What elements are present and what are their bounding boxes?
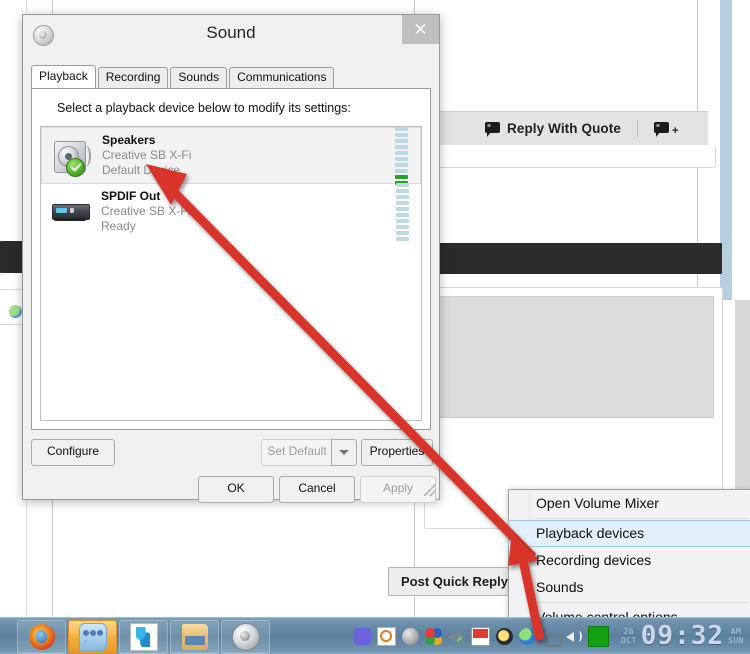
sound-dialog-window[interactable]: Sound ✕ Playback Recording Sounds Commun…: [22, 14, 440, 503]
clock-weekday: SUN: [728, 636, 744, 645]
volume-icon[interactable]: [565, 628, 582, 645]
post-quick-reply-button[interactable]: Post Quick Reply: [388, 567, 521, 596]
dialog-titlebar[interactable]: Sound ✕: [23, 15, 439, 53]
chevron-down-icon[interactable]: [331, 439, 357, 466]
firefox-icon: [28, 624, 55, 650]
red-checkbox-icon[interactable]: [470, 626, 490, 646]
set-default-button[interactable]: Set Default: [261, 439, 332, 466]
properties-button[interactable]: Properties: [361, 439, 433, 466]
speakers-icon: [52, 136, 92, 177]
menu-item-recording-devices[interactable]: Recording devices: [509, 547, 750, 574]
dialog-action-row: Configure Set Default Properties: [31, 439, 433, 467]
device-name: SPDIF Out: [101, 189, 161, 203]
tab-sounds[interactable]: Sounds: [170, 67, 228, 88]
device-text-spdif: SPDIF Out Creative SB X-Fi Ready: [101, 189, 396, 234]
dialog-title: Sound: [206, 23, 256, 42]
taskbar-item-audio-console[interactable]: [221, 620, 270, 654]
default-device-check-icon: [66, 157, 85, 177]
taskbar-item-messenger[interactable]: [68, 620, 117, 654]
device-state: Default Device: [102, 163, 181, 177]
clock-meridiem: AM: [730, 627, 742, 636]
reply-with-quote-button[interactable]: “ Reply With Quote “ +: [485, 119, 679, 137]
chat-icon[interactable]: [353, 627, 371, 645]
volume-meter-spdif: [396, 182, 409, 241]
start-button[interactable]: [0, 618, 16, 654]
earth-icon[interactable]: [518, 627, 536, 645]
globe-icon[interactable]: [401, 627, 419, 645]
menu-separator: [535, 602, 747, 603]
clock-day: 26: [623, 627, 635, 636]
bg-content-block: [430, 296, 714, 418]
playback-device-list[interactable]: Speakers Creative SB X-Fi Default Device: [40, 126, 422, 421]
configure-button[interactable]: Configure: [31, 439, 115, 466]
reply-with-quote-label: Reply With Quote: [507, 120, 621, 136]
menu-item-playback-devices[interactable]: Playback devices: [508, 520, 750, 547]
paint-icon: [129, 623, 158, 651]
device-row-speakers[interactable]: Speakers Creative SB X-Fi Default Device: [41, 127, 421, 185]
spdif-device-icon: [51, 192, 91, 232]
clock-time: 09:32: [640, 621, 725, 651]
taskbar-clock[interactable]: 26 OCT 09:32 AM SUN: [621, 623, 744, 649]
messenger-icon: [78, 623, 107, 651]
volume-tray-context-menu[interactable]: Open Volume Mixer Playback devices Recor…: [508, 489, 750, 625]
taskbar-pinned-area[interactable]: [0, 618, 271, 654]
device-text-speakers: Speakers Creative SB X-Fi Default Device: [102, 133, 395, 178]
clock-month: OCT: [620, 636, 637, 645]
plug-icon[interactable]: [447, 630, 465, 644]
system-tray[interactable]: 26 OCT 09:32 AM SUN: [353, 618, 750, 654]
dialog-footer: OK Cancel Apply: [23, 476, 439, 503]
device-row-spdif-out[interactable]: SPDIF Out Creative SB X-Fi Ready: [41, 182, 421, 241]
resize-grip-icon[interactable]: [424, 484, 436, 496]
device-driver: Creative SB X-Fi: [101, 204, 191, 218]
taskbar-item-explorer[interactable]: [170, 620, 219, 654]
device-name: Speakers: [102, 133, 156, 147]
playback-tab-page: Select a playback device below to modify…: [31, 88, 431, 430]
menu-separator: [535, 518, 747, 519]
cancel-button[interactable]: Cancel: [279, 476, 355, 503]
bg-black-bar-right: [425, 243, 722, 274]
speaker-icon: [231, 623, 260, 651]
device-driver: Creative SB X-Fi: [102, 148, 192, 162]
folder-icon: [181, 624, 208, 650]
ok-button[interactable]: OK: [198, 476, 274, 503]
bg-thumbnail-earth-icon: [9, 305, 22, 318]
bee-icon[interactable]: [495, 627, 513, 645]
volume-meter-speakers: [395, 127, 408, 185]
quote-bubble-plus-icon[interactable]: “: [653, 121, 669, 137]
menu-item-open-volume-mixer[interactable]: Open Volume Mixer: [509, 490, 750, 517]
post-panel-bottom: [424, 145, 716, 168]
taskbar-item-firefox[interactable]: [17, 620, 66, 654]
network-icon[interactable]: [542, 627, 562, 647]
playback-hint-text: Select a playback device below to modify…: [57, 101, 351, 115]
dialog-tabstrip[interactable]: Playback Recording Sounds Communications: [31, 65, 431, 88]
device-state: Ready: [101, 219, 136, 233]
toolbar-separator: [636, 119, 638, 137]
close-icon[interactable]: ✕: [402, 15, 439, 44]
green-square-icon[interactable]: [587, 625, 609, 647]
quote-plus-glyph: +: [671, 125, 679, 137]
document-search-icon[interactable]: [376, 626, 396, 646]
clock-meridiem-block: AM SUN: [728, 627, 744, 645]
clock-date: 26 OCT: [621, 627, 637, 645]
taskbar-item-paint[interactable]: [119, 620, 168, 654]
tab-recording[interactable]: Recording: [97, 67, 169, 88]
windows-taskbar[interactable]: 26 OCT 09:32 AM SUN: [0, 617, 750, 654]
color-palette-icon[interactable]: [424, 627, 442, 645]
tab-communications[interactable]: Communications: [229, 67, 335, 88]
menu-item-sounds[interactable]: Sounds: [509, 574, 750, 601]
tab-playback[interactable]: Playback: [31, 65, 96, 88]
quote-bubble-icon: “: [485, 121, 500, 137]
post-quick-reply-label: Post Quick Reply: [401, 574, 508, 589]
